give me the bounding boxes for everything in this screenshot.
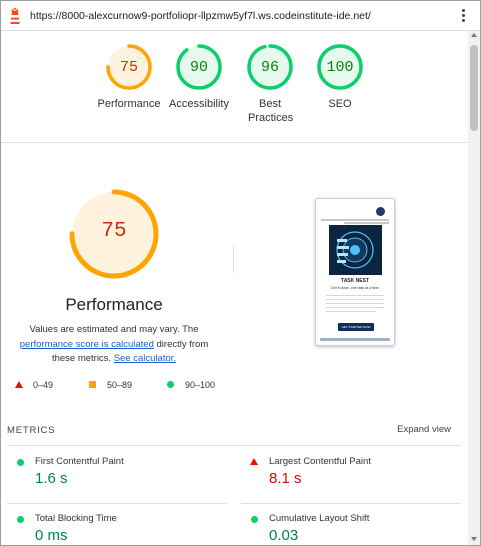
metric-name: Largest Contentful Paint — [269, 456, 371, 467]
triangle-icon — [15, 381, 23, 388]
performance-score-large: 75 — [101, 220, 127, 243]
legend-pass: 90–100 — [167, 380, 227, 392]
category-summary: 75 Performance 90 Accessibility 96 Best … — [1, 31, 468, 143]
metric-value: 0.03 — [269, 527, 299, 544]
gauge-label: Performance — [97, 98, 161, 110]
metric-first-contentful-paint: First Contentful Paint 1.6 s — [7, 453, 217, 503]
metric-value: 1.6 s — [35, 470, 68, 487]
metrics-header: METRICS Expand view — [7, 424, 461, 446]
metric-total-blocking-time: Total Blocking Time 0 ms — [7, 510, 217, 545]
pass-circle-icon — [251, 516, 258, 523]
fail-triangle-icon — [250, 458, 258, 465]
thumb-text-line — [321, 219, 389, 221]
legend-range: 50–89 — [107, 380, 133, 390]
thumb-text-line — [326, 299, 384, 300]
legend-fail: 0–49 — [15, 380, 75, 392]
thumb-cta-button: GET STARTED NOW — [338, 323, 374, 331]
thumb-subheading: Get it done, one task at a time — [331, 286, 379, 290]
estimate-note: Values are estimated and may vary. The p… — [7, 323, 221, 367]
legend-range: 90–100 — [185, 380, 216, 390]
metric-largest-contentful-paint: Largest Contentful Paint 8.1 s — [241, 453, 451, 503]
expand-view-toggle[interactable]: Expand view — [397, 424, 451, 435]
more-options-icon[interactable] — [458, 8, 468, 24]
gauge-best-practices[interactable]: 96 Best Practices — [230, 43, 310, 125]
score-calculated-link[interactable]: performance score is calculated — [20, 339, 154, 350]
gauge-performance[interactable]: 75 Performance — [89, 43, 169, 111]
lighthouse-report-frame: https://8000-alexcurnow9-portfoliopr-llp… — [0, 0, 481, 546]
metric-value: 8.1 s — [269, 470, 302, 487]
thumb-text-line — [326, 311, 376, 312]
gauge-score: 90 — [189, 59, 208, 76]
legend-average: 50–89 — [89, 380, 149, 392]
performance-title: Performance — [65, 295, 163, 314]
metric-name: Cumulative Layout Shift — [269, 513, 370, 524]
thumb-footer — [320, 338, 390, 341]
thumb-text-line — [344, 222, 389, 224]
metric-divider — [241, 503, 461, 504]
final-screenshot-thumbnail[interactable]: TASK NEST Get it done, one task at a tim… — [315, 198, 395, 346]
gauge-label: Accessibility — [169, 98, 229, 110]
gauge-score: 100 — [326, 59, 354, 76]
pass-circle-icon — [17, 516, 24, 523]
report-url[interactable]: https://8000-alexcurnow9-portfoliopr-llp… — [30, 10, 371, 22]
square-icon — [89, 381, 96, 388]
scroll-down-arrow-icon[interactable] — [471, 537, 477, 541]
metric-name: Total Blocking Time — [35, 513, 117, 524]
hero-image — [329, 225, 382, 275]
note-text: Values are estimated and may vary. The — [29, 324, 199, 335]
gauge-score: 75 — [119, 59, 138, 76]
metric-value: 0 ms — [35, 527, 68, 544]
thumb-text-line — [326, 303, 384, 304]
scrollbar-thumb[interactable] — [470, 45, 478, 131]
see-calculator-link[interactable]: See calculator. — [114, 353, 176, 364]
pass-circle-icon — [17, 459, 24, 466]
metric-divider — [7, 503, 227, 504]
hamburger-menu-icon — [376, 207, 385, 216]
thumb-text-line — [326, 307, 384, 308]
metric-cumulative-layout-shift: Cumulative Layout Shift 0.03 — [241, 510, 451, 545]
gauge-score: 96 — [260, 59, 279, 76]
vertical-divider — [233, 245, 234, 273]
circle-icon — [167, 381, 174, 388]
metric-name: First Contentful Paint — [35, 456, 124, 467]
gauge-seo[interactable]: 100 SEO — [300, 43, 380, 111]
legend-range: 0–49 — [33, 380, 54, 390]
url-bar: https://8000-alexcurnow9-portfoliopr-llp… — [1, 1, 480, 31]
scroll-up-arrow-icon[interactable] — [471, 33, 477, 37]
metrics-title: METRICS — [7, 425, 56, 436]
lighthouse-logo-icon — [10, 7, 20, 24]
thumb-text-line — [326, 295, 384, 296]
gauge-accessibility[interactable]: 90 Accessibility — [159, 43, 239, 111]
gauge-label: Best Practices — [248, 98, 294, 124]
vertical-scrollbar[interactable] — [468, 31, 480, 545]
thumb-heading: TASK NEST — [341, 278, 369, 284]
gauge-label: SEO — [328, 98, 352, 110]
